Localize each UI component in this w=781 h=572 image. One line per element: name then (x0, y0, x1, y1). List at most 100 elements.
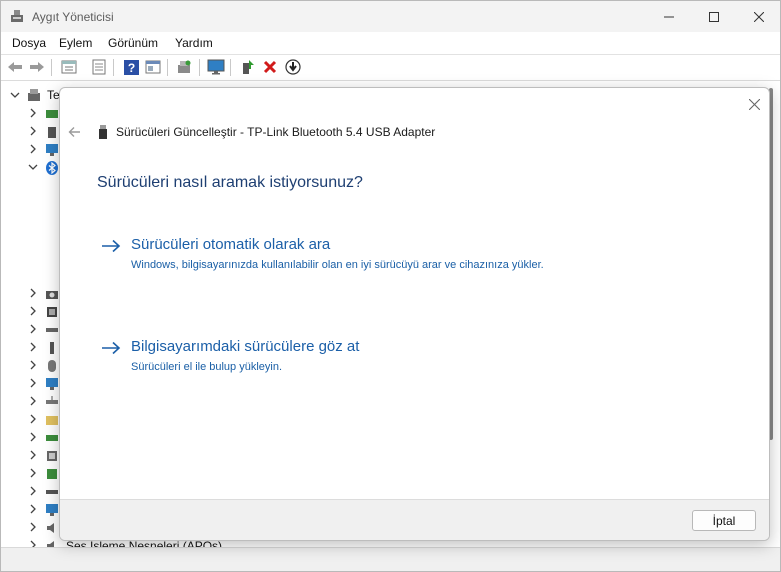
dialog-close-button[interactable] (744, 94, 764, 114)
menu-yardim[interactable]: Yardım (175, 36, 213, 50)
chevron-right-icon (30, 288, 36, 298)
close-icon (748, 98, 760, 110)
chevron-right-icon (30, 396, 36, 406)
chevron-right-icon (30, 450, 36, 460)
search-automatically-option[interactable]: Sürücüleri otomatik olarak ara Windows, … (100, 236, 560, 282)
properties-icon (61, 60, 77, 74)
tree-root-label: Te (47, 88, 60, 102)
chevron-right-icon (30, 522, 36, 532)
download-driver-button[interactable] (284, 58, 302, 76)
storage-icon (46, 490, 58, 494)
chevron-right-icon (30, 378, 36, 388)
bluetooth-icon (46, 161, 58, 175)
dialog-title: Sürücüleri Güncelleştir - TP-Link Blueto… (116, 125, 436, 139)
toolbar-separator (113, 59, 114, 76)
title-bar: Aygıt Yöneticisi (1, 1, 780, 32)
processor-icon (47, 451, 57, 461)
device-manager-window: Aygıt Yöneticisi Dosya Eylem Görünüm Yar… (0, 0, 781, 572)
mouse-icon (48, 360, 56, 372)
chevron-right-icon (30, 108, 36, 118)
download-driver-icon (285, 59, 301, 75)
forward-arrow-icon (30, 62, 44, 72)
help-button[interactable]: ? (122, 58, 140, 76)
monitor-icon (46, 504, 58, 516)
menu-eylem[interactable]: Eylem (59, 36, 92, 50)
chevron-right-icon (30, 504, 36, 514)
help-icon: ? (123, 59, 139, 75)
toolbar-separator (230, 59, 231, 76)
cancel-button[interactable]: İptal (692, 510, 756, 531)
battery-icon (48, 127, 56, 138)
uninstall-button[interactable] (261, 58, 279, 76)
other-device-icon (46, 416, 58, 425)
chevron-down-icon (10, 92, 20, 98)
usb-adapter-icon (99, 125, 107, 139)
dialog-heading: Sürücüleri nasıl aramak istiyorsunuz? (97, 174, 363, 191)
properties-button[interactable] (60, 58, 78, 76)
arrow-right-icon (102, 239, 121, 253)
scan-hardware-icon (178, 60, 191, 73)
back-arrow-icon (68, 127, 80, 137)
browse-computer-desc: Sürücüleri el ile bulup yükleyin. (131, 361, 283, 373)
chevron-right-icon (30, 306, 36, 316)
speaker-icon (47, 523, 54, 533)
usb-icon (50, 342, 54, 354)
search-automatically-desc: Windows, bilgisayarınızda kullanılabilir… (131, 259, 544, 271)
menu-gorunum[interactable]: Görünüm (108, 36, 158, 50)
view-button[interactable] (144, 58, 162, 76)
monitor-button[interactable] (207, 58, 225, 76)
monitor-icon (207, 59, 225, 75)
forward-button[interactable] (28, 58, 46, 76)
update-drivers-dialog: Sürücüleri Güncelleştir - TP-Link Blueto… (59, 87, 770, 541)
monitor-icon (46, 144, 58, 156)
minimize-icon (664, 16, 674, 17)
back-arrow-icon (8, 62, 22, 72)
chevron-right-icon (30, 324, 36, 334)
close-icon (754, 11, 764, 22)
browse-computer-option[interactable]: Bilgisayarımdaki sürücülere göz at Sürüc… (100, 338, 560, 374)
list-button[interactable] (90, 58, 108, 76)
chevron-right-icon (30, 414, 36, 424)
chevron-right-icon (30, 468, 36, 478)
browse-computer-title: Bilgisayarımdaki sürücülere göz at (131, 338, 360, 355)
device-manager-icon (11, 10, 23, 22)
maximize-button[interactable] (691, 1, 737, 32)
search-automatically-title: Sürücüleri otomatik olarak ara (131, 236, 331, 253)
back-button[interactable] (6, 58, 24, 76)
dialog-footer: İptal (60, 499, 769, 540)
chevron-down-icon (28, 164, 38, 170)
network-icon (46, 396, 58, 404)
minimize-button[interactable] (646, 1, 692, 32)
toolbar: ? (1, 55, 780, 81)
arrow-right-icon (102, 341, 121, 355)
add-driver-button[interactable] (239, 58, 257, 76)
status-bar (1, 547, 780, 571)
chevron-right-icon (30, 432, 36, 442)
chevron-right-icon (30, 342, 36, 352)
view-icon (145, 60, 161, 74)
port-icon (46, 435, 58, 441)
svg-text:?: ? (127, 61, 134, 75)
list-icon (92, 59, 106, 75)
disk-drive-icon (46, 328, 58, 332)
chip-icon (47, 469, 57, 479)
firmware-icon (47, 307, 57, 317)
computer-icon (28, 89, 40, 101)
maximize-icon (709, 11, 719, 22)
menu-bar: Dosya Eylem Görünüm Yardım (1, 32, 780, 55)
close-window-button[interactable] (736, 1, 780, 32)
camera-icon (46, 291, 58, 299)
chevron-right-icon (30, 486, 36, 496)
toolbar-separator (51, 59, 52, 76)
audio-device-icon (46, 110, 58, 118)
monitor-icon (46, 378, 58, 390)
scan-hardware-button[interactable] (175, 58, 193, 76)
toolbar-separator (199, 59, 200, 76)
chevron-right-icon (30, 360, 36, 370)
menu-dosya[interactable]: Dosya (12, 36, 46, 50)
add-driver-icon (243, 60, 254, 74)
uninstall-x-icon (263, 60, 277, 74)
chevron-right-icon (30, 126, 36, 136)
dialog-back-button[interactable] (66, 124, 82, 140)
toolbar-separator (167, 59, 168, 76)
